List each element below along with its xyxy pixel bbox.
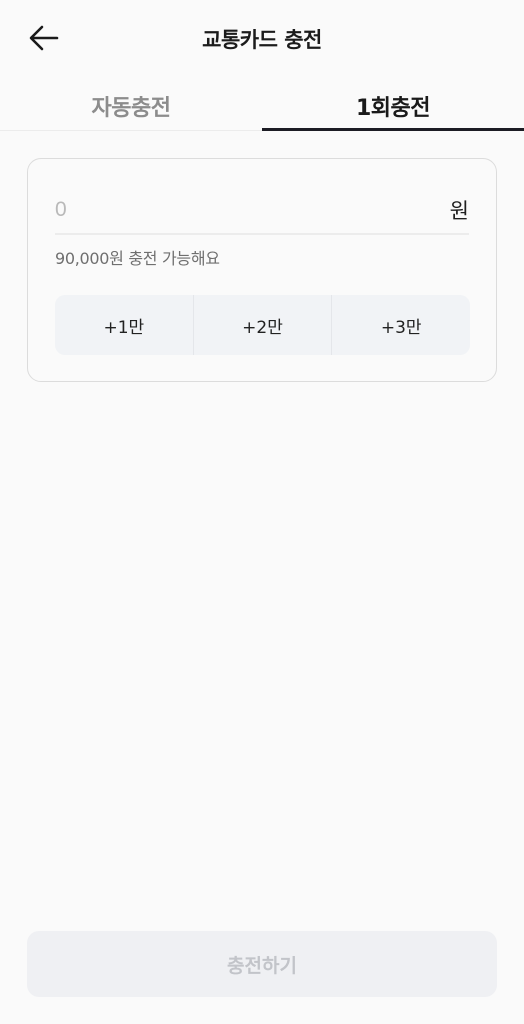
amount-card: 원 90,000원 충전 가능해요 +1만 +2만 +3만	[27, 158, 497, 382]
app-header: 교통카드 충전	[0, 0, 524, 80]
add-20000-button[interactable]: +2만	[194, 295, 333, 355]
tab-auto-charge[interactable]: 자동충전	[0, 80, 262, 130]
page-title: 교통카드 충전	[202, 28, 322, 52]
tab-one-time-charge[interactable]: 1회충전	[262, 80, 524, 131]
amount-input[interactable]	[55, 193, 415, 227]
available-amount-hint: 90,000원 충전 가능해요	[55, 249, 220, 268]
currency-unit-label: 원	[449, 199, 469, 223]
amount-row: 원	[55, 193, 469, 235]
add-10000-button[interactable]: +1만	[55, 295, 194, 355]
charge-tabs: 자동충전 1회충전	[0, 80, 524, 131]
quick-amount-buttons: +1만 +2만 +3만	[55, 295, 470, 355]
charge-screen: 교통카드 충전 자동충전 1회충전 원 90,000원 충전 가능해요 +1만 …	[0, 0, 524, 1024]
add-30000-button[interactable]: +3만	[332, 295, 470, 355]
charge-submit-button[interactable]: 충전하기	[27, 931, 497, 997]
